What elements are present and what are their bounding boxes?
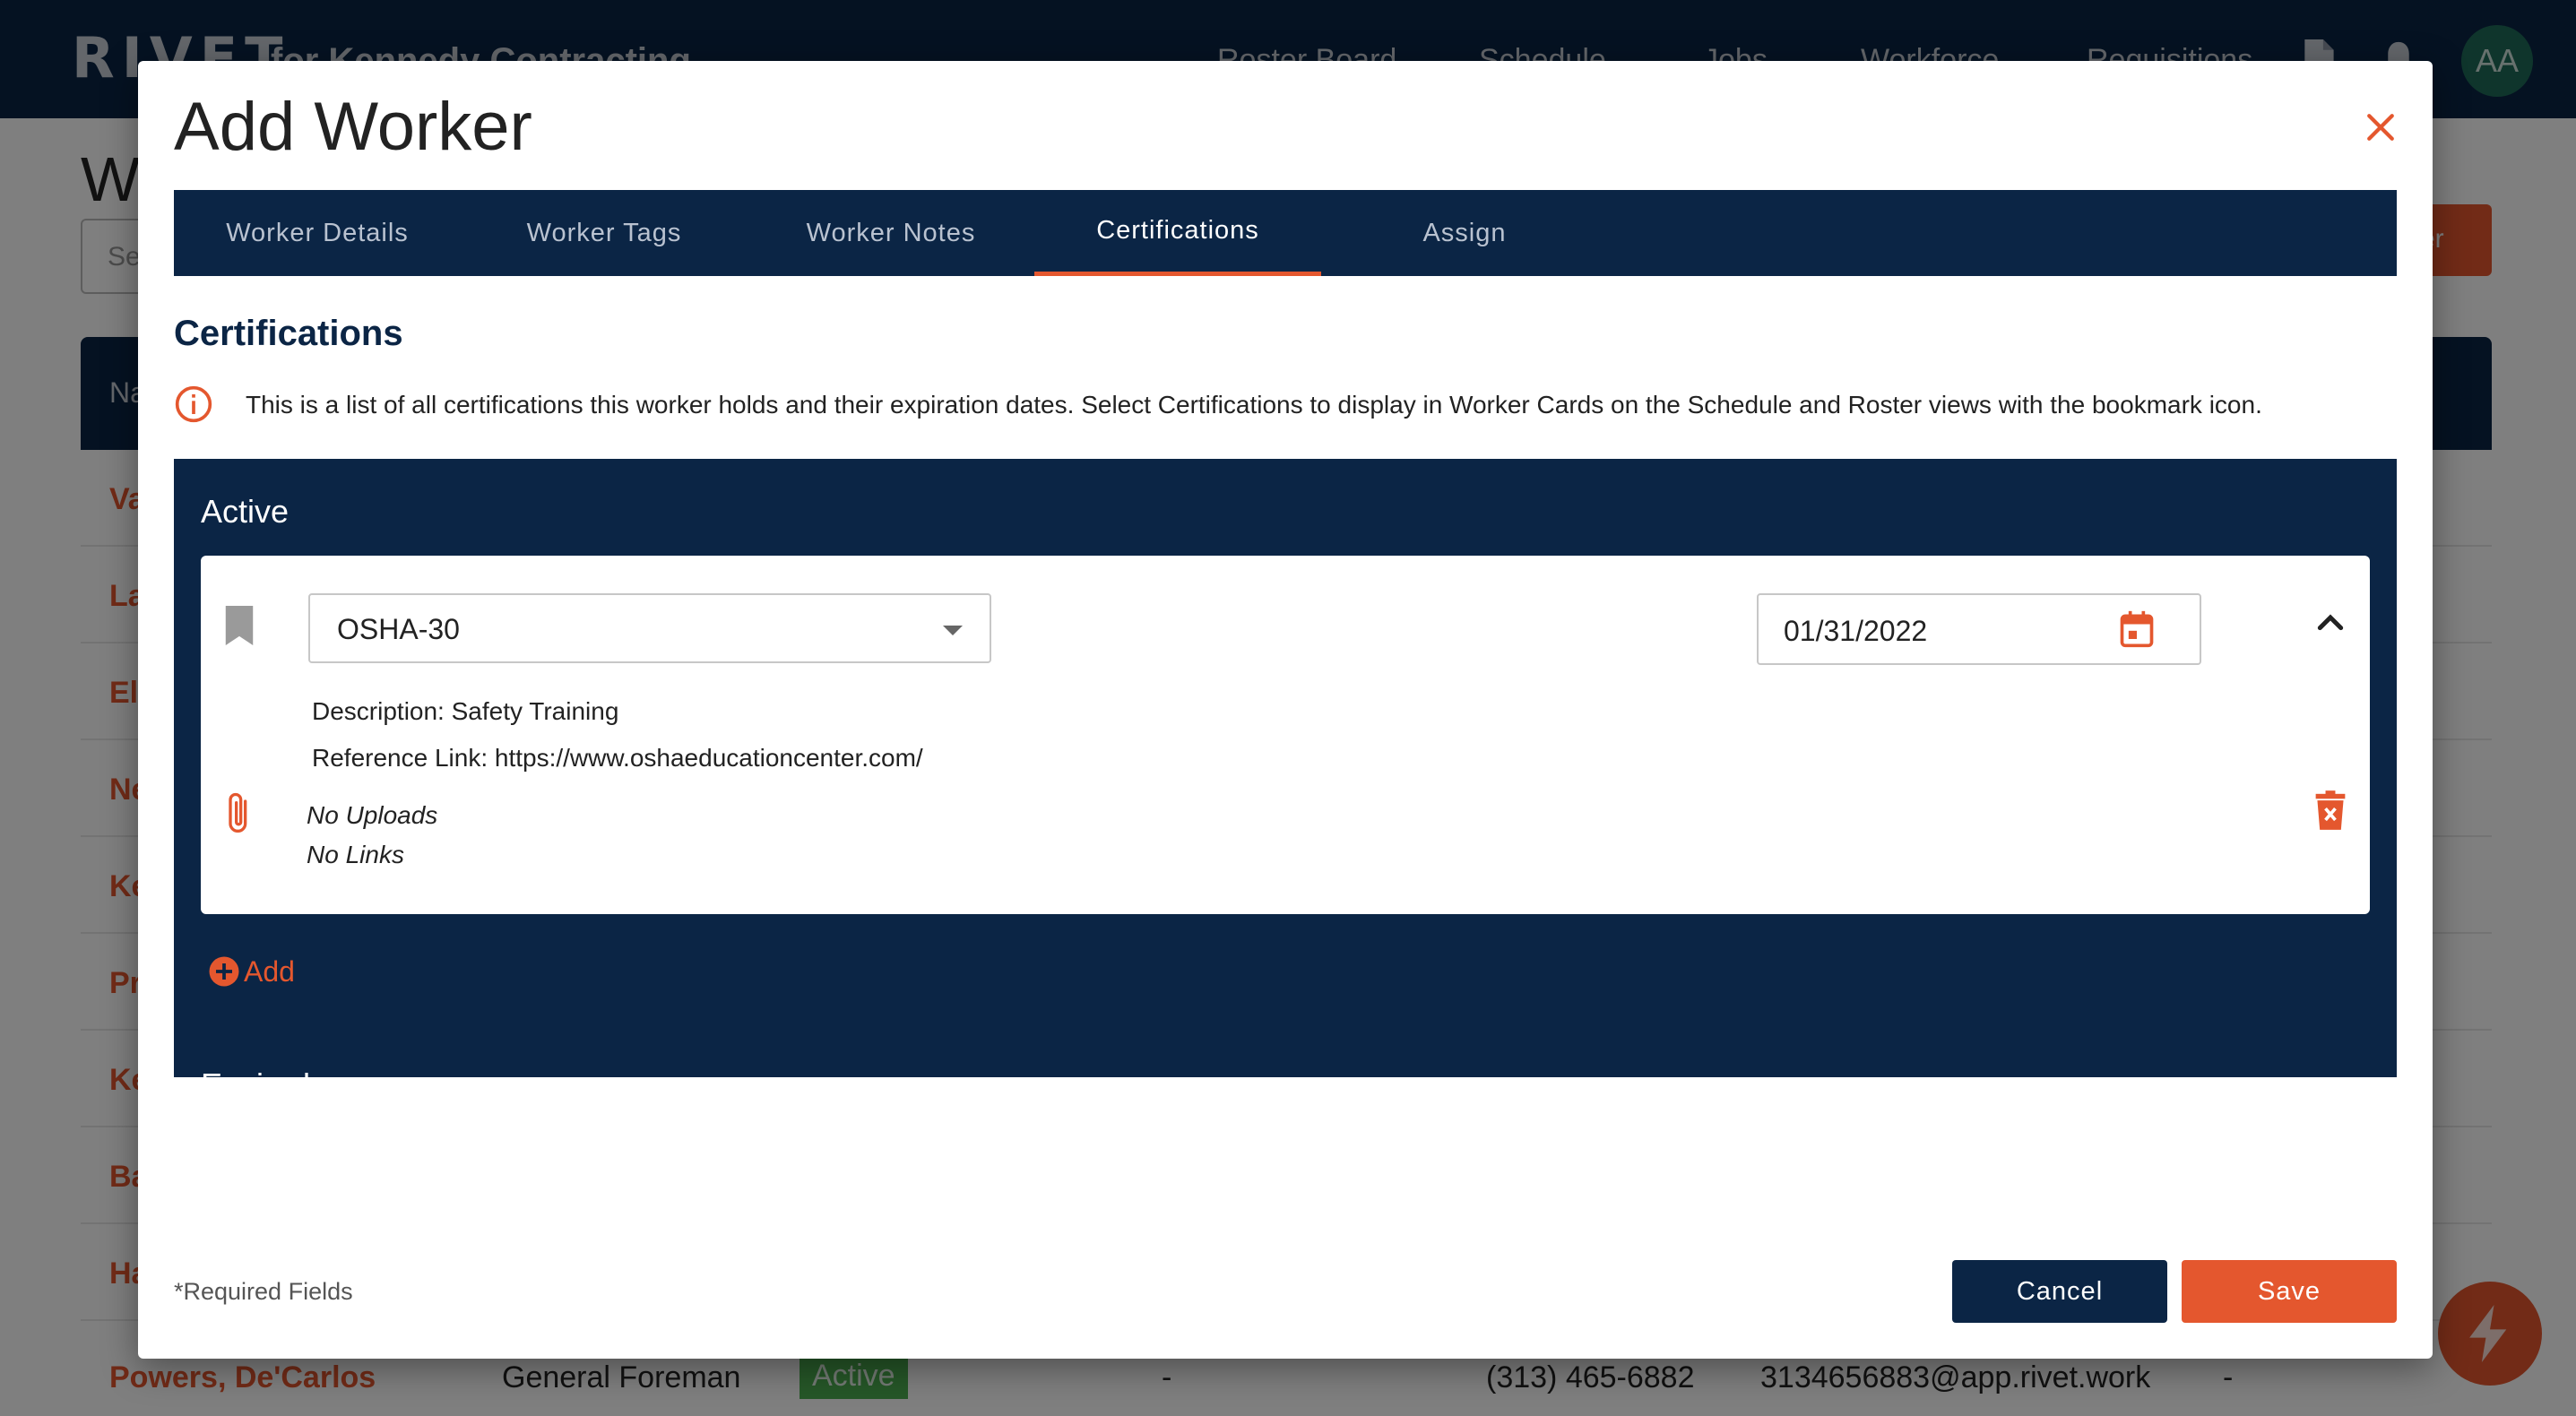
- active-section-label: Active: [201, 493, 290, 530]
- certification-reference-link[interactable]: Reference Link: https://www.oshaeducatio…: [312, 744, 923, 773]
- add-label: Add: [244, 954, 295, 988]
- chevron-down-icon: [943, 626, 963, 635]
- certification-description: Description: Safety Training: [312, 697, 619, 725]
- plus-circle-icon: [209, 956, 239, 987]
- certifications-panel: Active OSHA-30 01/31/2022 Description: S…: [174, 459, 2397, 1103]
- tab-bar: Worker Details Worker Tags Worker Notes …: [174, 190, 2397, 276]
- close-button[interactable]: [2354, 100, 2407, 154]
- certification-select-value: OSHA-30: [337, 613, 460, 645]
- modal-title: Add Worker: [174, 89, 532, 165]
- chevron-up-icon[interactable]: [2312, 604, 2348, 640]
- uploads-status: No Uploads: [307, 801, 438, 829]
- save-button[interactable]: Save: [2182, 1260, 2397, 1323]
- close-icon: [2367, 114, 2394, 141]
- paperclip-icon[interactable]: [224, 792, 255, 837]
- cancel-button[interactable]: Cancel: [1952, 1260, 2167, 1323]
- section-title: Certifications: [174, 314, 403, 353]
- tab-worker-tags[interactable]: Worker Tags: [461, 190, 748, 276]
- add-worker-modal: Add Worker Worker Details Worker Tags Wo…: [138, 61, 2433, 1359]
- certification-select[interactable]: OSHA-30: [308, 593, 991, 663]
- tab-worker-notes[interactable]: Worker Notes: [748, 190, 1034, 276]
- bookmark-icon[interactable]: [224, 606, 255, 645]
- certification-card: OSHA-30 01/31/2022 Description: Safety T…: [201, 556, 2370, 914]
- expiration-date-value: 01/31/2022: [1784, 615, 1928, 647]
- calendar-icon[interactable]: [2117, 609, 2157, 649]
- add-certification-button[interactable]: Add: [208, 950, 295, 993]
- tab-assign[interactable]: Assign: [1321, 190, 1608, 276]
- expired-section-label: Expired: [201, 1066, 311, 1103]
- links-status: No Links: [307, 841, 404, 868]
- tab-certifications[interactable]: Certifications: [1034, 190, 1321, 276]
- expiration-date-field[interactable]: 01/31/2022: [1757, 593, 2201, 665]
- required-fields-note: *Required Fields: [174, 1278, 353, 1305]
- delete-icon[interactable]: [2312, 790, 2348, 830]
- tab-worker-details[interactable]: Worker Details: [174, 190, 461, 276]
- info-text: This is a list of all certifications thi…: [246, 391, 2262, 419]
- info-icon: [175, 385, 212, 423]
